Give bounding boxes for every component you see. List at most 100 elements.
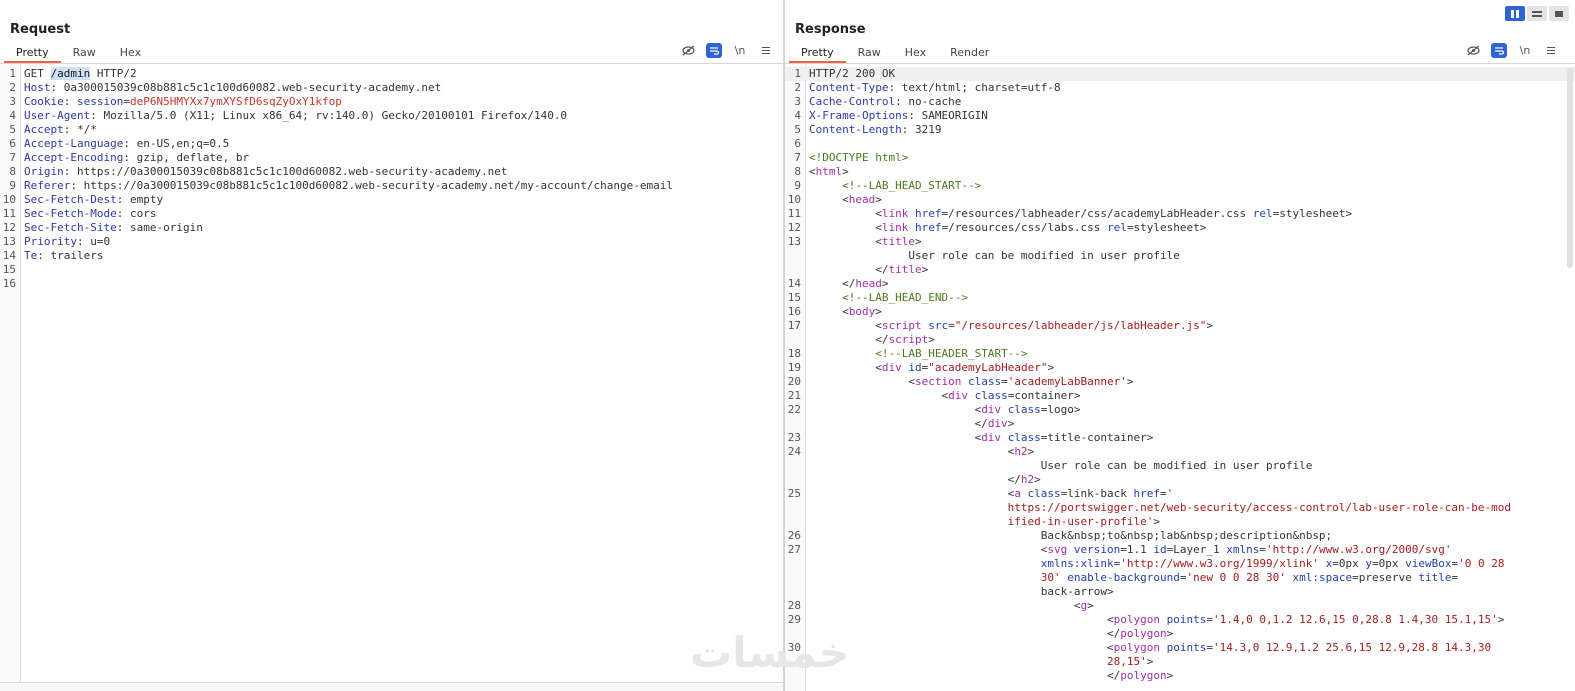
- hide-icon[interactable]: [680, 43, 696, 58]
- hide-icon[interactable]: [1465, 43, 1481, 58]
- code-token: </: [809, 333, 889, 346]
- code-line: 4 User-Agent: Mozilla/5.0 (X11; Linux x86…: [0, 109, 783, 123]
- stacked-layout-icon[interactable]: [1527, 6, 1547, 21]
- code-token: version: [1073, 543, 1121, 556]
- code-token: Host: [24, 81, 51, 94]
- code-token: title: [881, 235, 915, 248]
- wrap-lines-icon[interactable]: [706, 43, 722, 58]
- tab-pretty[interactable]: Pretty: [4, 43, 61, 63]
- tab-raw[interactable]: Raw: [61, 43, 108, 63]
- code-token: Cache-Control: [809, 95, 896, 108]
- code-token: X-Frame-Options: [809, 109, 909, 122]
- code-line: </div>: [785, 417, 1575, 431]
- line-text: <link href=/resources/labheader/css/acad…: [801, 207, 1352, 221]
- code-line: 30 <polygon points='14.3,0 12.9,1.2 25.6…: [785, 641, 1575, 655]
- code-token: >: [1027, 445, 1035, 458]
- code-token: deP6N5HMYXx7ymXYSfD6sqZyOxY1kfop: [129, 95, 342, 108]
- code-token: Back&nbsp;to&nbsp;lab&nbsp;description&n…: [809, 529, 1333, 542]
- code-token: =: [1160, 487, 1167, 500]
- line-number: [785, 473, 801, 487]
- line-text: Content-Type: text/html; charset=utf-8: [801, 81, 1061, 95]
- code-token: =stylesheet>: [1126, 221, 1207, 234]
- code-token: =container>: [1007, 389, 1081, 402]
- line-text: </title>: [801, 263, 928, 277]
- tabs-layout-icon[interactable]: [1549, 6, 1569, 21]
- code-token: Content-Type: [809, 81, 889, 94]
- code-token: 'http://www.w3.org/2000/svg': [1266, 543, 1452, 556]
- code-token: src: [928, 319, 949, 332]
- code-token: </: [809, 277, 856, 290]
- line-number: [785, 557, 801, 571]
- code-token: Te: [24, 249, 38, 262]
- code-token: >: [1047, 361, 1055, 374]
- line-number: 3: [794, 95, 801, 108]
- line-number: 17: [787, 319, 801, 332]
- line-text: ified-in-user-profile'>: [801, 515, 1160, 529]
- code-line: 9 Referer: https://0a300015039c08b881c5c1…: [0, 179, 783, 193]
- code-line: 15: [0, 263, 783, 277]
- line-text: </polygon>: [801, 627, 1173, 641]
- vertical-scrollbar[interactable]: [1567, 68, 1573, 268]
- code-line: 6: [785, 137, 1575, 151]
- line-text: <div class=logo>: [801, 403, 1081, 417]
- code-line: </polygon>: [785, 669, 1575, 683]
- code-line: 17 <script src="/resources/labheader/js/…: [785, 319, 1575, 333]
- code-token: <: [809, 445, 1015, 458]
- line-text: xmlns:xlink='http://www.w3.org/1999/xlin…: [801, 557, 1505, 571]
- response-editor[interactable]: 1 HTTP/2 200 OK 2 Content-Type: text/html; …: [785, 67, 1575, 683]
- tab-pretty[interactable]: Pretty: [789, 43, 846, 63]
- line-text: Sec-Fetch-Dest: empty: [16, 193, 163, 207]
- tab-render[interactable]: Render: [938, 43, 1001, 63]
- code-token: polygon: [1113, 641, 1160, 654]
- code-token: "/resources/labheader/js/labHeader.js": [954, 319, 1207, 332]
- line-text: Te: trailers: [16, 249, 103, 263]
- tab-raw[interactable]: Raw: [846, 43, 893, 63]
- code-token: </: [809, 417, 988, 430]
- code-token: <: [809, 235, 882, 248]
- line-number: 27: [787, 543, 801, 556]
- code-token: >: [842, 165, 849, 178]
- tab-hex[interactable]: Hex: [893, 43, 938, 63]
- request-editor[interactable]: 1 GET /admin HTTP/2 2 Host: 0a300015039c08b…: [0, 67, 783, 291]
- line-text: <a class=link-back href=': [801, 487, 1174, 501]
- code-token: >: [1497, 613, 1505, 626]
- line-text: </h2>: [801, 473, 1041, 487]
- line-text: Cookie: session=deP6N5HMYXx7ymXYSfD6sqZy…: [16, 95, 342, 109]
- code-token: =0px: [1371, 557, 1406, 570]
- line-number: 19: [787, 361, 801, 374]
- newline-toggle[interactable]: \n: [732, 43, 748, 58]
- line-text: Origin: https://0a300015039c08b881c5c1c1…: [16, 165, 507, 179]
- wrap-lines-icon[interactable]: [1491, 43, 1507, 58]
- menu-icon[interactable]: [1543, 43, 1559, 58]
- code-token: <: [809, 305, 849, 318]
- line-text: <!--LAB_HEADER_START-->: [801, 347, 1027, 361]
- side-by-side-layout-icon[interactable]: [1505, 6, 1525, 21]
- code-token: div: [987, 417, 1008, 430]
- line-number: 5: [9, 123, 16, 136]
- line-text: Sec-Fetch-Mode: cors: [16, 207, 156, 221]
- horizontal-scrollbar[interactable]: [0, 682, 783, 691]
- line-text: </head>: [801, 277, 888, 291]
- code-token: : text/html; charset=utf-8: [888, 81, 1061, 94]
- tab-hex[interactable]: Hex: [108, 43, 153, 63]
- line-number: 15: [2, 263, 16, 276]
- code-line: 3 Cache-Control: no-cache: [785, 95, 1575, 109]
- line-number: 2: [794, 81, 801, 94]
- line-text: <div class=title-container>: [801, 431, 1154, 445]
- code-token: =: [1179, 571, 1187, 584]
- code-line: 29 <polygon points='1.4,0 0,1.2 12.6,15 …: [785, 613, 1575, 627]
- code-line: User role can be modified in user profil…: [785, 459, 1575, 473]
- menu-icon[interactable]: [758, 43, 774, 58]
- code-token: >: [875, 193, 882, 206]
- line-text: <polygon points='14.3,0 12.9,1.2 25.6,15…: [801, 641, 1491, 655]
- newline-toggle[interactable]: \n: [1517, 43, 1533, 58]
- code-token: href: [1133, 487, 1161, 500]
- line-text: <div class=container>: [801, 389, 1081, 403]
- code-token: head: [848, 193, 876, 206]
- code-line: 14 Te: trailers: [0, 249, 783, 263]
- code-token: >: [1087, 599, 1094, 612]
- code-line: 2 Host: 0a300015039c08b881c5c1c100d60082.…: [0, 81, 783, 95]
